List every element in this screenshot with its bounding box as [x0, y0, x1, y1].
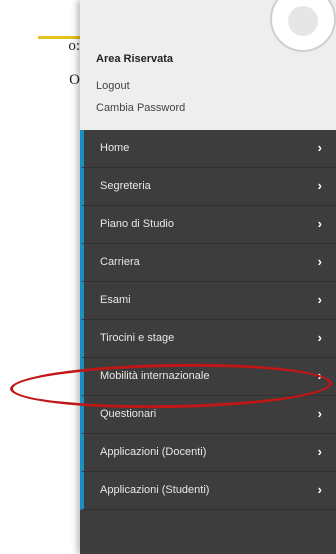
nav-item-carriera[interactable]: Carriera › [80, 244, 336, 282]
nav-item-label: Home [100, 142, 130, 154]
chevron-right-icon: › [317, 482, 322, 497]
chevron-right-icon: › [317, 368, 322, 383]
background-text: o: [68, 38, 80, 54]
chevron-right-icon: › [317, 444, 322, 459]
chevron-right-icon: › [317, 330, 322, 345]
nav-item-label: Applicazioni (Studenti) [100, 484, 210, 496]
nav-item-home[interactable]: Home › [80, 130, 336, 168]
nav-item-label: Carriera [100, 256, 140, 268]
logout-link[interactable]: Logout [96, 80, 130, 92]
nav-item-esami[interactable]: Esami › [80, 282, 336, 320]
nav-item-tirocini[interactable]: Tirocini e stage › [80, 320, 336, 358]
nav-item-label: Piano di Studio [100, 218, 174, 230]
nav-item-piano-di-studio[interactable]: Piano di Studio › [80, 206, 336, 244]
nav-item-label: Esami [100, 294, 131, 306]
chevron-right-icon: › [317, 216, 322, 231]
nav-item-label: Tirocini e stage [100, 332, 175, 344]
user-silhouette-icon [288, 6, 318, 36]
nav-list: Home › Segreteria › Piano di Studio › Ca… [80, 130, 336, 510]
chevron-right-icon: › [317, 178, 322, 193]
nav-item-label: Questionari [100, 408, 157, 420]
chevron-right-icon: › [317, 254, 322, 269]
chevron-right-icon: › [317, 292, 322, 307]
nav-item-label: Segreteria [100, 180, 151, 192]
background-page: o: O [0, 0, 80, 554]
nav-item-label: Mobilità internazionale [100, 370, 210, 382]
nav-item-mobilita-internazionale[interactable]: Mobilità internazionale › [80, 358, 336, 396]
chevron-right-icon: › [317, 140, 322, 155]
sidebar-menu: Area Riservata Logout Cambia Password Ho… [80, 0, 336, 554]
background-text: O [69, 72, 80, 88]
nav-item-label: Applicazioni (Docenti) [100, 446, 207, 458]
nav-item-applicazioni-studenti[interactable]: Applicazioni (Studenti) › [80, 472, 336, 510]
area-title: Area Riservata [96, 53, 174, 65]
user-area: Area Riservata Logout Cambia Password [80, 0, 336, 130]
nav-item-applicazioni-docenti[interactable]: Applicazioni (Docenti) › [80, 434, 336, 472]
nav-item-questionari[interactable]: Questionari › [80, 396, 336, 434]
change-password-link[interactable]: Cambia Password [96, 102, 185, 114]
sidebar-footer [80, 510, 336, 554]
chevron-right-icon: › [317, 406, 322, 421]
nav-item-segreteria[interactable]: Segreteria › [80, 168, 336, 206]
avatar[interactable] [270, 0, 336, 52]
